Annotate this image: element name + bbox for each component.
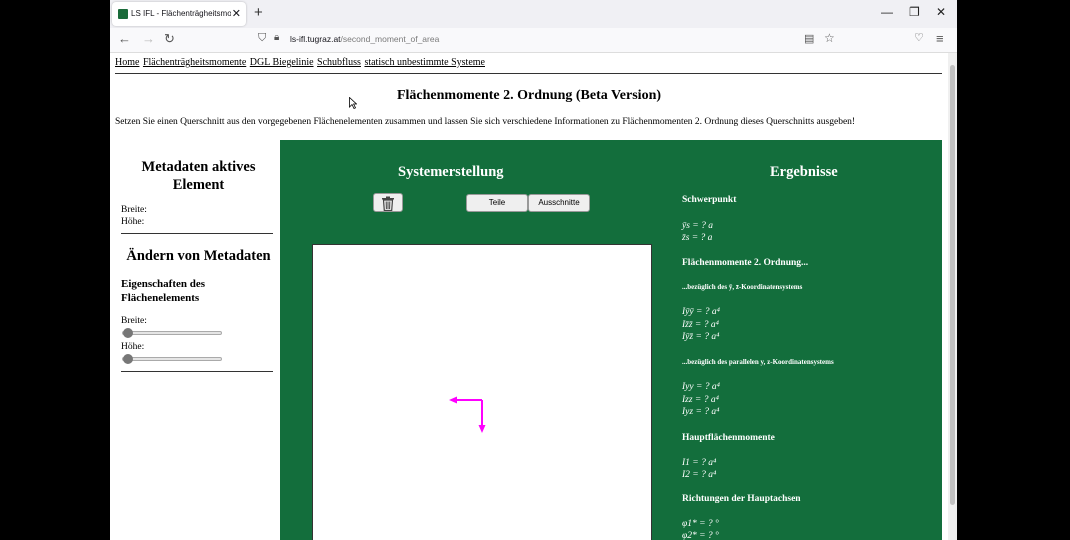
restore-icon[interactable]: ❐: [909, 5, 920, 19]
nav-link-flaechentraegheitsmomente[interactable]: Flächenträgheitsmomente: [143, 57, 246, 68]
window-close-icon[interactable]: ✕: [936, 5, 946, 19]
system-creation-heading: Systemerstellung: [398, 164, 504, 180]
browser-window: LS IFL - Flächenträgheitsmomente ✕ + — ❐…: [110, 0, 957, 540]
divider: [121, 233, 273, 234]
centroid-z-value: z̄s = ? a: [682, 233, 713, 243]
page-title: Flächenmomente 2. Ordnung (Beta Version): [396, 88, 662, 103]
reader-view-icon[interactable]: ▤: [804, 32, 814, 45]
page-scrollbar[interactable]: [948, 53, 957, 540]
forward-icon[interactable]: →: [142, 31, 155, 46]
trash-icon: [382, 196, 394, 212]
delete-button[interactable]: [373, 193, 403, 212]
centroid-y-value: ȳs = ? a: [682, 221, 713, 231]
nav-link-schubfluss[interactable]: Schubfluss: [317, 57, 361, 68]
iyy-bar-value: Iȳȳ = ? a⁴: [682, 307, 720, 317]
left-panel: Metadaten aktives Element Breite: Höhe: …: [110, 140, 280, 540]
web-page: Home Flächenträgheitsmomente DGL Biegeli…: [110, 53, 948, 540]
divider: [121, 371, 273, 372]
metadata-active-element-heading: Metadaten aktives Element: [141, 159, 256, 193]
site-favicon-icon: [118, 9, 128, 19]
element-properties-heading: Eigenschaften des Flächenelements: [121, 278, 206, 304]
slider-thumb[interactable]: [123, 354, 133, 364]
results-heading: Ergebnisse: [770, 164, 838, 180]
minimize-icon[interactable]: —: [881, 5, 893, 19]
lock-icon[interactable]: 🔒︎: [274, 32, 279, 43]
main-panel: Systemerstellung Teile Ausschnitte Ergeb…: [280, 140, 942, 540]
centroid-heading: Schwerpunkt: [682, 195, 737, 205]
reload-icon[interactable]: ↻: [164, 31, 175, 47]
new-tab-icon[interactable]: +: [254, 4, 263, 21]
hoehe-label: Höhe:: [121, 217, 145, 227]
i2-value: I2 = ? a⁴: [682, 470, 717, 480]
top-navigation: Home Flächenträgheitsmomente DGL Biegeli…: [115, 57, 486, 68]
drawing-canvas[interactable]: [312, 244, 652, 540]
slider-thumb[interactable]: [123, 328, 133, 338]
teile-button[interactable]: Teile: [466, 194, 528, 212]
browser-tab[interactable]: LS IFL - Flächenträgheitsmomente ✕: [112, 2, 246, 26]
bookmark-star-icon[interactable]: ☆: [824, 31, 835, 45]
izz-bar-value: Iz̄z̄ = ? a⁴: [682, 320, 719, 330]
url-text[interactable]: ls-ifl.tugraz.at/second_moment_of_area: [290, 34, 439, 44]
navigation-bar: ← → ↻ ⛉ 🔒︎ ls-ifl.tugraz.at/second_momen…: [110, 28, 957, 53]
nav-link-home[interactable]: Home: [115, 57, 139, 68]
breite-slider[interactable]: [122, 328, 222, 338]
izz-value: Izz = ? a⁴: [682, 395, 719, 405]
phi1-value: φ1* = ? °: [682, 519, 719, 529]
iyz-value: Iyz = ? a⁴: [682, 407, 720, 417]
breite-label: Breite:: [121, 205, 147, 215]
second-moments-heading: Flächenmomente 2. Ordnung...: [682, 258, 809, 268]
tab-strip: LS IFL - Flächenträgheitsmomente ✕ + — ❐…: [110, 0, 957, 28]
slider-track[interactable]: [122, 331, 222, 335]
edit-metadata-heading: Ändern von Metadaten: [126, 248, 271, 264]
slider-hoehe-label: Höhe:: [121, 342, 145, 352]
mouse-cursor-icon: [349, 97, 357, 109]
nav-link-statisch-unbestimmte-systeme[interactable]: statisch unbestimmte Systeme: [364, 57, 485, 68]
principal-moments-heading: Hauptflächenmomente: [682, 433, 775, 443]
back-icon[interactable]: ←: [118, 31, 131, 46]
nav-link-dgl-biegelinie[interactable]: DGL Biegelinie: [250, 57, 314, 68]
i1-value: I1 = ? a⁴: [682, 458, 717, 468]
phi2-value: φ2* = ? °: [682, 531, 719, 540]
menu-icon[interactable]: ≡: [936, 31, 944, 46]
slider-track[interactable]: [122, 357, 222, 361]
divider: [115, 73, 942, 74]
parallel-coordinate-subheading: ...bezüglich des parallelen y, z-Koordin…: [682, 358, 834, 366]
ausschnitte-button[interactable]: Ausschnitte: [528, 194, 590, 212]
bar-coordinate-subheading: ...bezüglich des ȳ, z̄-Koordinatensystem…: [682, 283, 803, 291]
coordinate-axes-icon: [449, 396, 486, 433]
intro-text: Setzen Sie einen Querschnitt aus den vor…: [115, 117, 856, 127]
pocket-icon[interactable]: ♡: [914, 31, 924, 44]
iyy-value: Iyy = ? a⁴: [682, 382, 720, 392]
shield-icon[interactable]: ⛉: [258, 32, 266, 45]
tab-title: LS IFL - Flächenträgheitsmomente: [131, 9, 231, 18]
slider-breite-label: Breite:: [121, 316, 147, 326]
hoehe-slider[interactable]: [122, 354, 222, 364]
url-bar[interactable]: ⛉ 🔒︎ ls-ifl.tugraz.at/second_moment_of_a…: [256, 30, 840, 50]
principal-axes-heading: Richtungen der Hauptachsen: [682, 494, 801, 504]
scrollbar-thumb[interactable]: [950, 65, 955, 505]
iyz-bar-value: Iȳz̄ = ? a⁴: [682, 332, 720, 342]
tab-close-icon[interactable]: ✕: [232, 7, 241, 20]
